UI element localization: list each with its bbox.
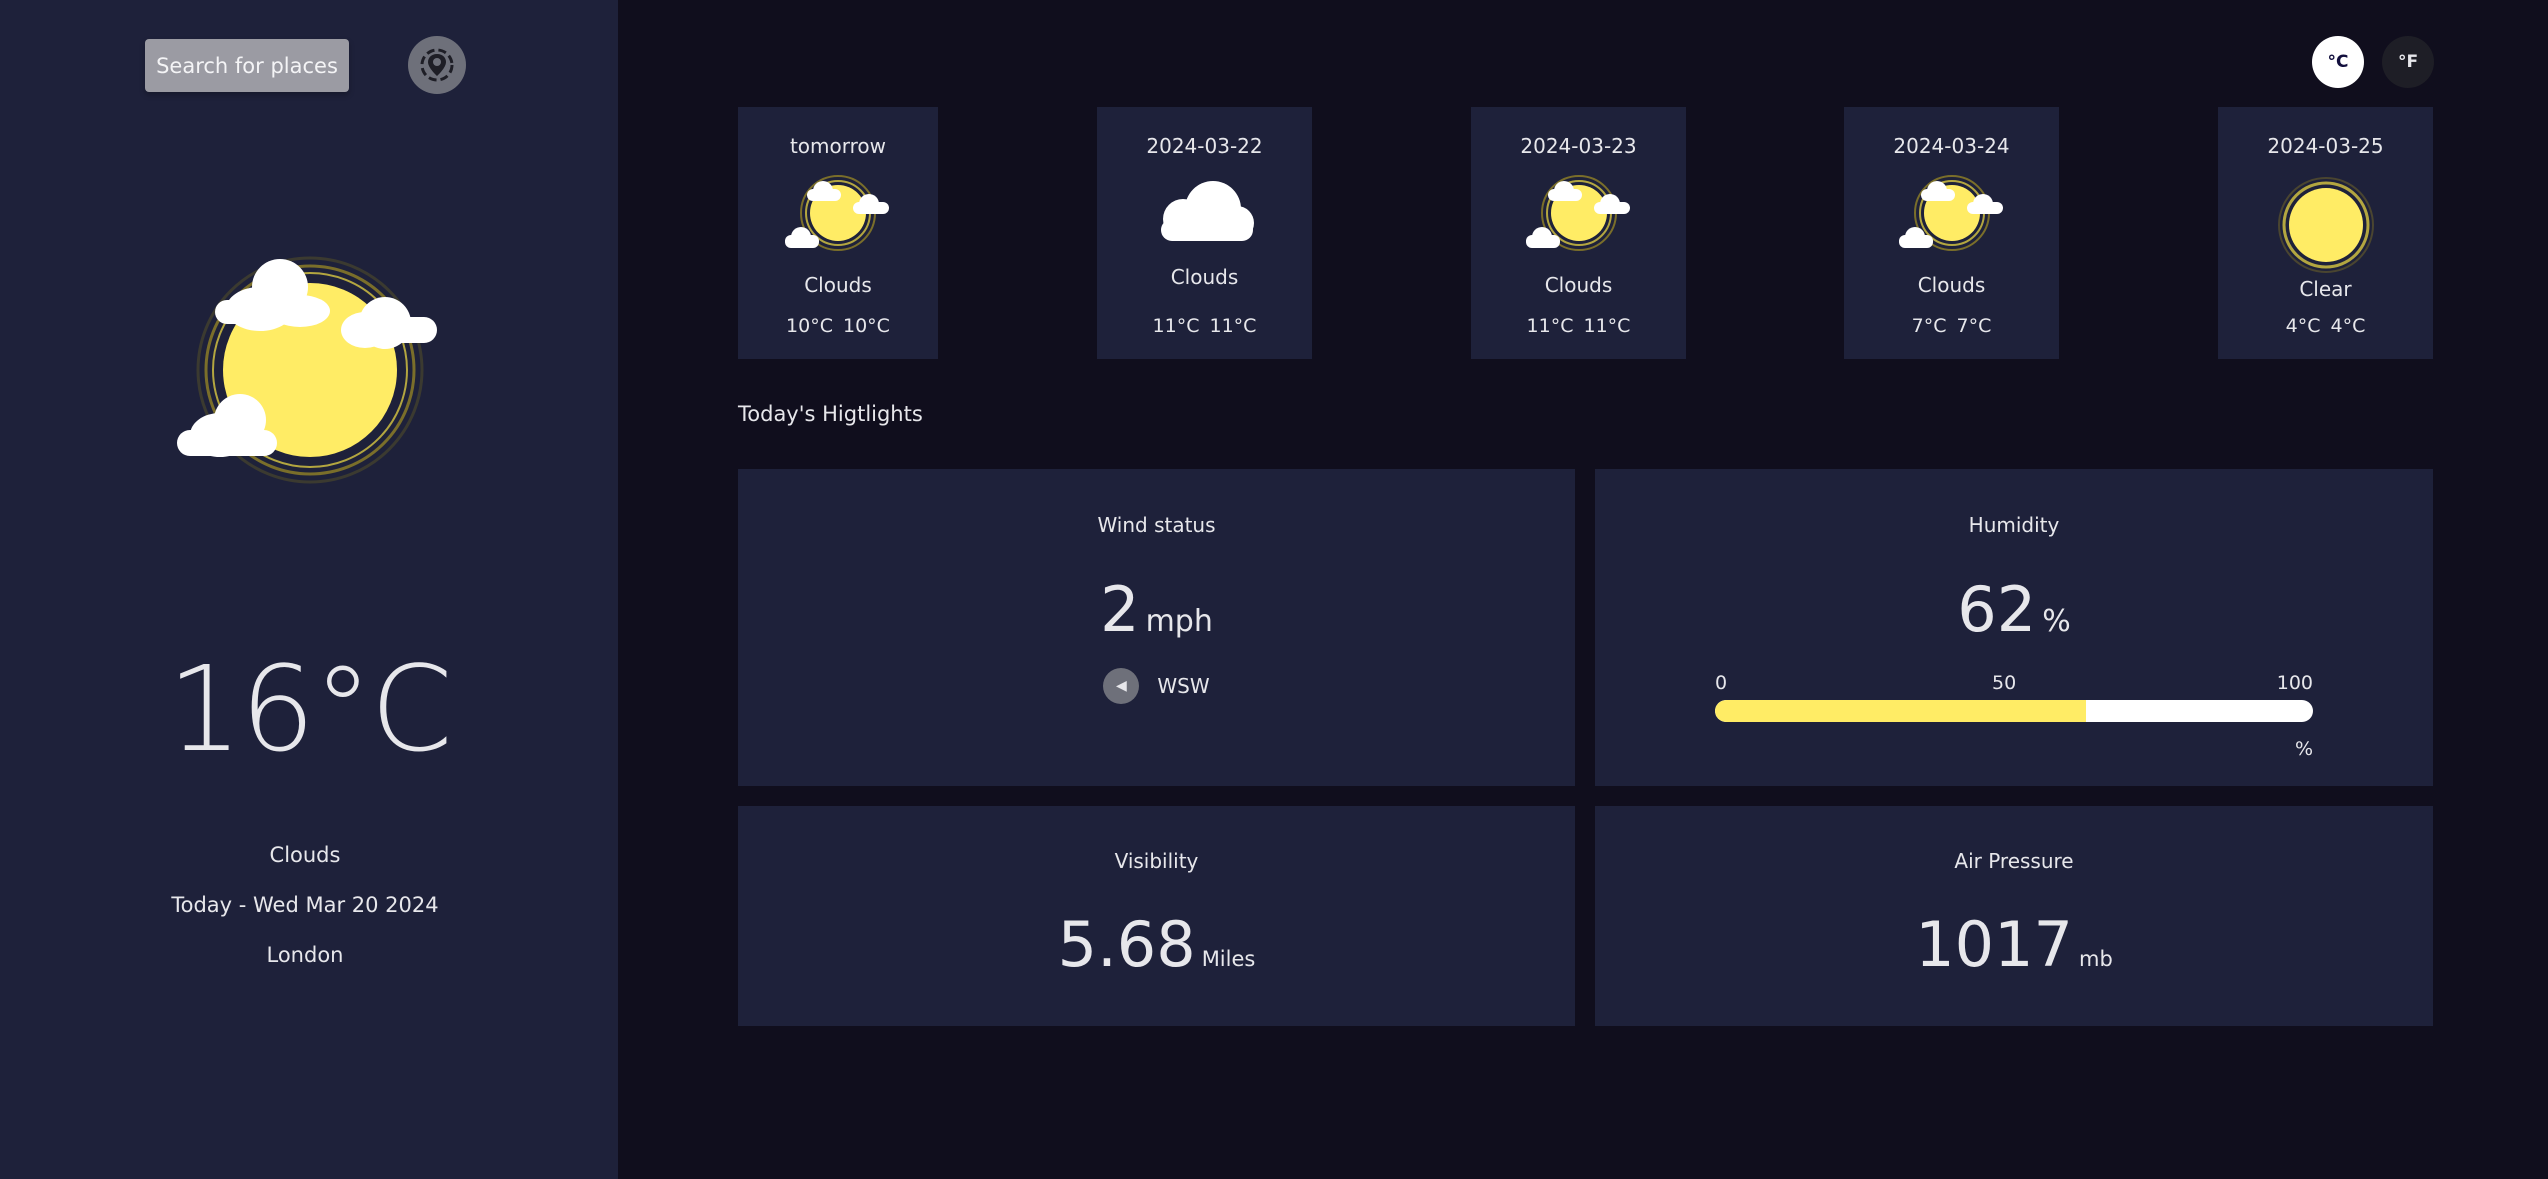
forecast-max-temp: 10°C [786,315,833,337]
sidebar: Search for places 16°C Clouds Today - We… [0,0,618,1179]
fahrenheit-toggle-button[interactable]: °F [2382,36,2434,88]
forecast-condition: Clouds [1544,273,1613,297]
humidity-unit: % [2042,604,2071,639]
visibility-value: 5.68 [1057,908,1196,981]
celsius-toggle-button[interactable]: °C [2312,36,2364,88]
forecast-min-temp: 10°C [843,315,890,337]
search-places-button[interactable]: Search for places [145,39,349,92]
sun-with-clouds-icon [1897,173,2007,258]
humidity-tick-50: 50 [1992,672,2017,694]
wind-status-card: Wind status 2 mph [738,469,1575,786]
visibility-reading: 5.68 Miles [738,908,1575,981]
forecast-day-label: 2024-03-24 [1893,134,2010,158]
location-target-icon[interactable] [408,36,466,94]
wind-speed-unit: mph [1145,604,1213,639]
forecast-max-temp: 11°C [1526,315,1574,337]
forecast-day-label: 2024-03-22 [1146,134,1263,158]
sun-with-clouds-icon [1524,173,1634,258]
humidity-bar: 0 50 100 % [1715,672,2313,760]
visibility-unit: Miles [1201,947,1256,971]
current-date: Today - Wed Mar 20 2024 [171,893,439,917]
wind-speed: 2 mph [738,573,1575,646]
forecast-temps: 11°C 11°C [1471,315,1686,337]
visibility-title: Visibility [1114,849,1199,873]
humidity-bar-unit: % [2294,738,2313,760]
forecast-card: 2024-03-25 Clear 4°C 4°C [2218,107,2433,359]
humidity-bar-track [1715,700,2313,722]
air-pressure-title: Air Pressure [1954,849,2074,873]
current-condition: Clouds [269,843,341,867]
air-pressure-value: 1017 [1915,908,2073,981]
highlights-title: Today's Higtlights [738,402,923,426]
sun-with-clouds-icon [783,173,893,258]
humidity-tick-100: 100 [2276,672,2313,694]
forecast-temps: 4°C 4°C [2218,315,2433,337]
sun-icon [2276,175,2376,280]
visibility-card: Visibility 5.68 Miles [738,806,1575,1026]
forecast-condition: Clouds [804,273,872,297]
wind-direction: ◀ WSW [738,668,1575,704]
forecast-card: 2024-03-23 Clouds 11°C 11°C [1471,107,1686,359]
forecast-min-temp: 7°C [1956,315,1992,337]
current-temperature: 16°C [167,640,453,778]
humidity-tick-0: 0 [1715,672,1728,694]
forecast-temps: 7°C 7°C [1844,315,2059,337]
forecast-min-temp: 11°C [1583,315,1631,337]
forecast-card: 2024-03-22 Clouds 11°C 11°C [1097,107,1312,359]
air-pressure-reading: 1017 mb [1595,908,2433,981]
forecast-condition: Clouds [1917,273,1986,297]
cloud-icon [1153,179,1257,248]
forecast-day-label: tomorrow [789,134,887,158]
forecast-temps: 11°C 11°C [1097,315,1312,337]
forecast-condition: Clear [2299,277,2352,301]
air-pressure-unit: mb [2079,947,2113,971]
current-location: London [266,943,344,967]
wind-direction-label: WSW [1157,674,1210,698]
air-pressure-card: Air Pressure 1017 mb [1595,806,2433,1026]
humidity-bar-fill [1715,700,2086,722]
forecast-card: tomorrow Clouds 10°C 10°C [738,107,938,359]
wind-status-title: Wind status [1097,513,1216,537]
forecast-day-label: 2024-03-23 [1520,134,1637,158]
humidity-title: Humidity [1968,513,2060,537]
forecast-min-temp: 4°C [2330,315,2366,337]
humidity-value: 62 [1957,573,2037,646]
forecast-max-temp: 7°C [1911,315,1947,337]
forecast-min-temp: 11°C [1209,315,1257,337]
wind-speed-value: 2 [1100,573,1140,646]
forecast-condition: Clouds [1170,265,1239,289]
forecast-max-temp: 11°C [1152,315,1200,337]
forecast-card: 2024-03-24 Clouds 7°C 7°C [1844,107,2059,359]
forecast-temps: 10°C 10°C [738,315,938,337]
sun-with-clouds-icon [165,245,445,495]
forecast-max-temp: 4°C [2285,315,2321,337]
humidity-reading: 62% [1595,573,2433,646]
forecast-day-label: 2024-03-25 [2267,134,2384,158]
navigation-arrow-icon: ◀ [1103,668,1140,704]
